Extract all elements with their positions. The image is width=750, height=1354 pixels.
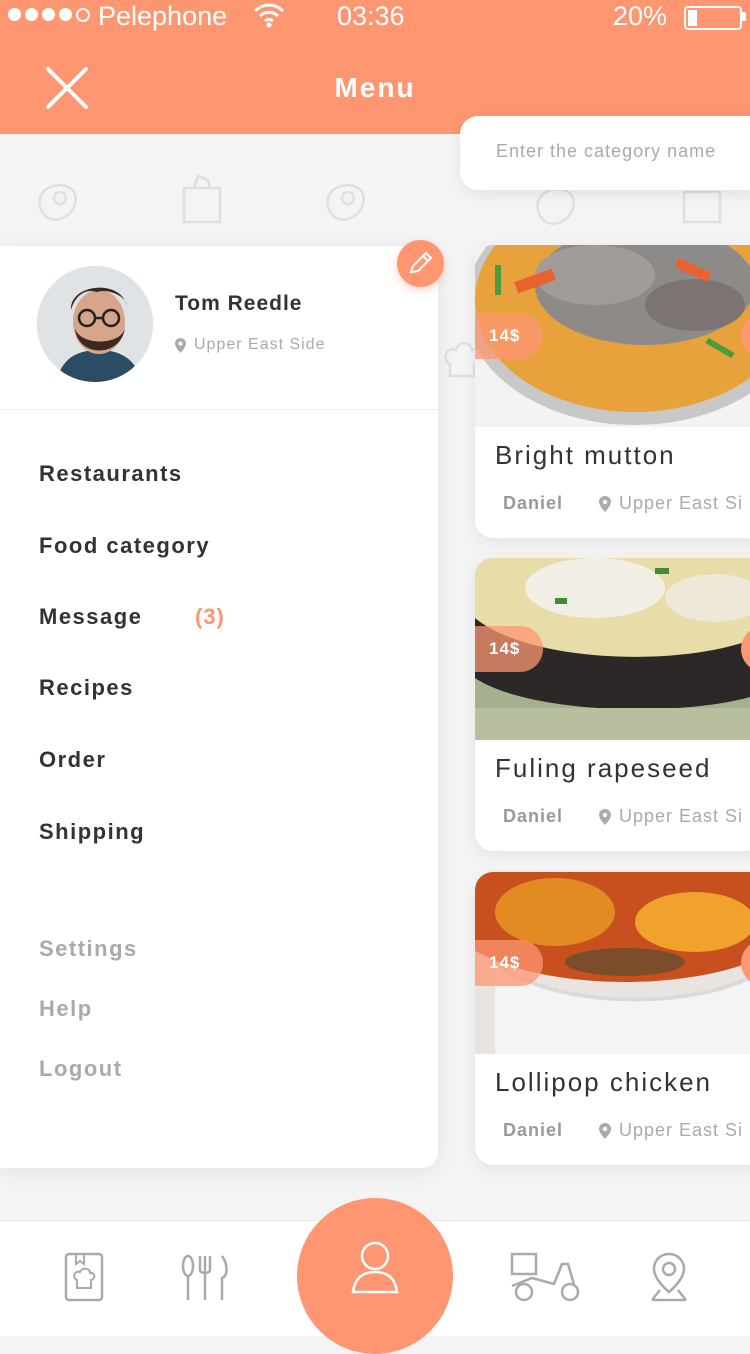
header-bar: Pelephone 03:36 20% Menu	[0, 0, 750, 134]
page-title: Menu	[334, 72, 416, 103]
menu-item-order[interactable]: Order	[39, 747, 106, 773]
signal-strength-icon	[8, 8, 90, 22]
menu-item-recipes[interactable]: Recipes	[39, 675, 134, 701]
side-menu-panel	[0, 246, 438, 1168]
user-location-text: Upper East Side	[194, 336, 326, 353]
food-card[interactable]: 14$ Fuling rapeseed Daniel Upper East Si	[475, 558, 750, 851]
cutlery-icon[interactable]	[180, 1254, 230, 1302]
wifi-icon	[253, 3, 285, 28]
category-search	[460, 116, 750, 190]
pencil-icon	[409, 251, 433, 274]
map-pin-icon[interactable]	[650, 1252, 688, 1302]
profile-divider	[0, 409, 438, 410]
price-tag: 14$	[475, 940, 543, 986]
author-name: Daniel	[503, 493, 564, 513]
grocery-bag-icon	[182, 174, 222, 224]
food-card[interactable]: 14$ Bright mutton Daniel Upper East Si	[475, 245, 750, 538]
steak-icon	[38, 183, 78, 221]
dish-location: Upper East Si	[599, 493, 743, 514]
location-text: Upper East Si	[619, 1120, 744, 1140]
location-pin-icon	[599, 808, 611, 825]
menu-item-settings[interactable]: Settings	[39, 936, 138, 962]
menu-item-shipping[interactable]: Shipping	[39, 819, 145, 845]
location-pin-icon	[599, 495, 611, 512]
status-bar: Pelephone 03:36 20%	[0, 0, 750, 32]
location-pin-icon	[175, 337, 186, 353]
location-text: Upper East Si	[619, 806, 744, 826]
price-tag: 14$	[475, 626, 543, 672]
location-text: Upper East Si	[619, 493, 744, 513]
menu-item-message[interactable]: Message	[39, 604, 142, 630]
dish-name: Bright mutton	[495, 440, 676, 470]
user-icon	[351, 1241, 399, 1294]
edit-profile-button[interactable]	[397, 240, 444, 287]
profile-tab-button[interactable]	[297, 1198, 453, 1354]
food-card[interactable]: 14$ Lollipop chicken Daniel Upper East S…	[475, 872, 750, 1165]
menu-item-food-category[interactable]: Food category	[39, 533, 210, 559]
battery-tip	[742, 12, 746, 21]
author-name: Daniel	[503, 1120, 564, 1140]
recipe-book-icon[interactable]	[64, 1252, 106, 1302]
category-search-input[interactable]	[494, 140, 750, 163]
status-time: 03:36	[337, 1, 405, 31]
user-name: Tom Reedle	[175, 292, 303, 315]
menu-item-restaurants[interactable]: Restaurants	[39, 461, 183, 487]
menu-item-logout[interactable]: Logout	[39, 1056, 123, 1082]
battery-icon	[684, 6, 742, 30]
delivery-scooter-icon[interactable]	[508, 1250, 584, 1304]
steak-icon	[326, 183, 366, 221]
user-location: Upper East Side	[175, 336, 326, 354]
avatar[interactable]	[37, 266, 153, 382]
dish-location: Upper East Si	[599, 806, 743, 827]
battery-percent: 20%	[613, 1, 668, 31]
menu-item-help[interactable]: Help	[39, 996, 93, 1022]
author-name: Daniel	[503, 806, 564, 826]
price-tag: 14$	[475, 313, 543, 359]
dish-name: Fuling rapeseed	[495, 753, 712, 783]
dish-location: Upper East Si	[599, 1120, 743, 1141]
message-count-badge: (3)	[195, 604, 225, 629]
carrier-name: Pelephone	[98, 1, 228, 31]
dish-name: Lollipop chicken	[495, 1067, 713, 1097]
location-pin-icon	[599, 1122, 611, 1139]
avatar-image	[37, 266, 153, 382]
